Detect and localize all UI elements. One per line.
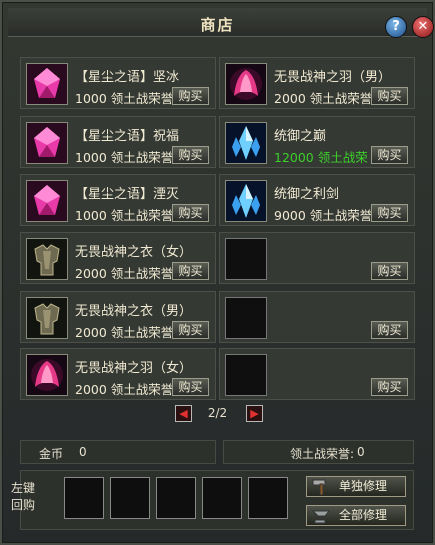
buy-button[interactable]: 购买 — [172, 262, 209, 280]
item-price: 2000 领土战荣誉 — [75, 325, 174, 340]
shop-item[interactable]: 【星尘之语】湮灭 1000 领土战荣誉 购买 — [20, 174, 216, 226]
honor-bar: 领土战荣誉: 0 — [223, 440, 414, 464]
armor-icon — [26, 238, 68, 280]
item-name: 统御之利剑 — [274, 187, 340, 202]
item-price: 1000 领土战荣誉 — [75, 208, 174, 223]
help-icon[interactable]: ? — [385, 16, 407, 38]
buy-button[interactable]: 购买 — [371, 262, 408, 280]
buy-button[interactable]: 购买 — [172, 204, 209, 222]
shop-item[interactable]: 无畏战神之羽（女） 2000 领土战荣誉 购买 — [20, 348, 216, 400]
item-price: 2000 领土战荣誉 — [75, 382, 174, 397]
item-name: 【星尘之语】坚冰 — [75, 70, 180, 85]
item-name: 【星尘之语】祝福 — [75, 129, 180, 144]
item-name: 统御之巅 — [274, 129, 327, 144]
shop-item[interactable]: 统御之利剑 9000 领土战荣誉 购买 — [219, 174, 415, 226]
item-name: 【星尘之语】湮灭 — [75, 187, 180, 202]
pink-gem-icon — [26, 122, 68, 164]
buy-button[interactable]: 购买 — [371, 321, 408, 339]
shop-item[interactable]: 统御之巅 12000 领土战荣 购买 — [219, 116, 415, 168]
shop-item[interactable]: 无畏战神之羽（男） 2000 领土战荣誉 购买 — [219, 57, 415, 109]
pink-wing-icon — [26, 354, 68, 396]
buy-button[interactable]: 购买 — [371, 87, 408, 105]
buy-button[interactable]: 购买 — [172, 321, 209, 339]
shop-item[interactable]: 【星尘之语】祝福 1000 领土战荣誉 购买 — [20, 116, 216, 168]
item-name: 无畏战神之羽（女） — [75, 361, 193, 376]
buy-button[interactable]: 购买 — [172, 378, 209, 396]
honor-label: 领土战荣誉: — [290, 447, 355, 461]
pagination: ◀ 2/2 ▶ — [0, 405, 435, 425]
blue-crystal-icon — [225, 122, 267, 164]
shop-item[interactable]: 无畏战神之衣（男） 2000 领土战荣誉 购买 — [20, 291, 216, 343]
blue-crystal-icon — [225, 180, 267, 222]
next-page-icon[interactable]: ▶ — [246, 405, 263, 422]
armor-icon — [26, 297, 68, 339]
window-title: 商店 — [200, 16, 235, 34]
rebuy-slot[interactable] — [64, 477, 104, 519]
rebuy-slot[interactable] — [202, 477, 242, 519]
item-name: 无畏战神之衣（男） — [75, 304, 193, 319]
rebuy-slot[interactable] — [248, 477, 288, 519]
buy-button[interactable]: 购买 — [172, 146, 209, 164]
item-price: 12000 领土战荣 — [274, 150, 368, 165]
item-price: 2000 领土战荣誉 — [75, 266, 174, 281]
shop-item-empty[interactable]: 购买 — [219, 232, 415, 284]
buy-button[interactable]: 购买 — [371, 378, 408, 396]
buy-button[interactable]: 购买 — [371, 146, 408, 164]
empty-slot-icon — [225, 354, 267, 396]
repair-all-label: 全部修理 — [339, 508, 388, 522]
buy-button[interactable]: 购买 — [172, 87, 209, 105]
shop-item[interactable]: 无畏战神之衣（女） 2000 领土战荣誉 购买 — [20, 232, 216, 284]
repair-single-label: 单独修理 — [339, 479, 388, 493]
anvil-icon — [311, 510, 331, 524]
empty-slot-icon — [225, 238, 267, 280]
shop-item-empty[interactable]: 购买 — [219, 291, 415, 343]
repair-single-button[interactable]: 单独修理 — [306, 476, 406, 497]
rebuy-label: 左键回购 — [11, 481, 36, 512]
item-name: 无畏战神之羽（男） — [274, 70, 392, 85]
repair-all-button[interactable]: 全部修理 — [306, 505, 406, 526]
close-icon[interactable]: ✕ — [412, 16, 434, 38]
item-price: 1000 领土战荣誉 — [75, 150, 174, 165]
gold-value: 0 — [79, 445, 87, 459]
hammer-icon — [312, 479, 326, 495]
pink-gem-icon — [26, 63, 68, 105]
gold-label: 金币 — [39, 447, 64, 461]
buy-button[interactable]: 购买 — [371, 204, 408, 222]
item-price: 9000 领土战荣誉 — [274, 208, 373, 223]
rebuy-slot[interactable] — [110, 477, 150, 519]
shop-item-empty[interactable]: 购买 — [219, 348, 415, 400]
rebuy-slot[interactable] — [156, 477, 196, 519]
pink-wing-icon — [225, 63, 267, 105]
item-price: 1000 领土战荣誉 — [75, 91, 174, 106]
gold-bar: 金币 0 — [20, 440, 216, 464]
title-bar[interactable]: 商店 ? ✕ — [8, 8, 434, 38]
shop-item[interactable]: 【星尘之语】坚冰 1000 领土战荣誉 购买 — [20, 57, 216, 109]
item-name: 无畏战神之衣（女） — [75, 245, 193, 260]
pink-gem-icon — [26, 180, 68, 222]
honor-value: 0 — [357, 445, 365, 459]
empty-slot-icon — [225, 297, 267, 339]
item-price: 2000 领土战荣誉 — [274, 91, 373, 106]
page-indicator: 2/2 — [207, 406, 228, 420]
